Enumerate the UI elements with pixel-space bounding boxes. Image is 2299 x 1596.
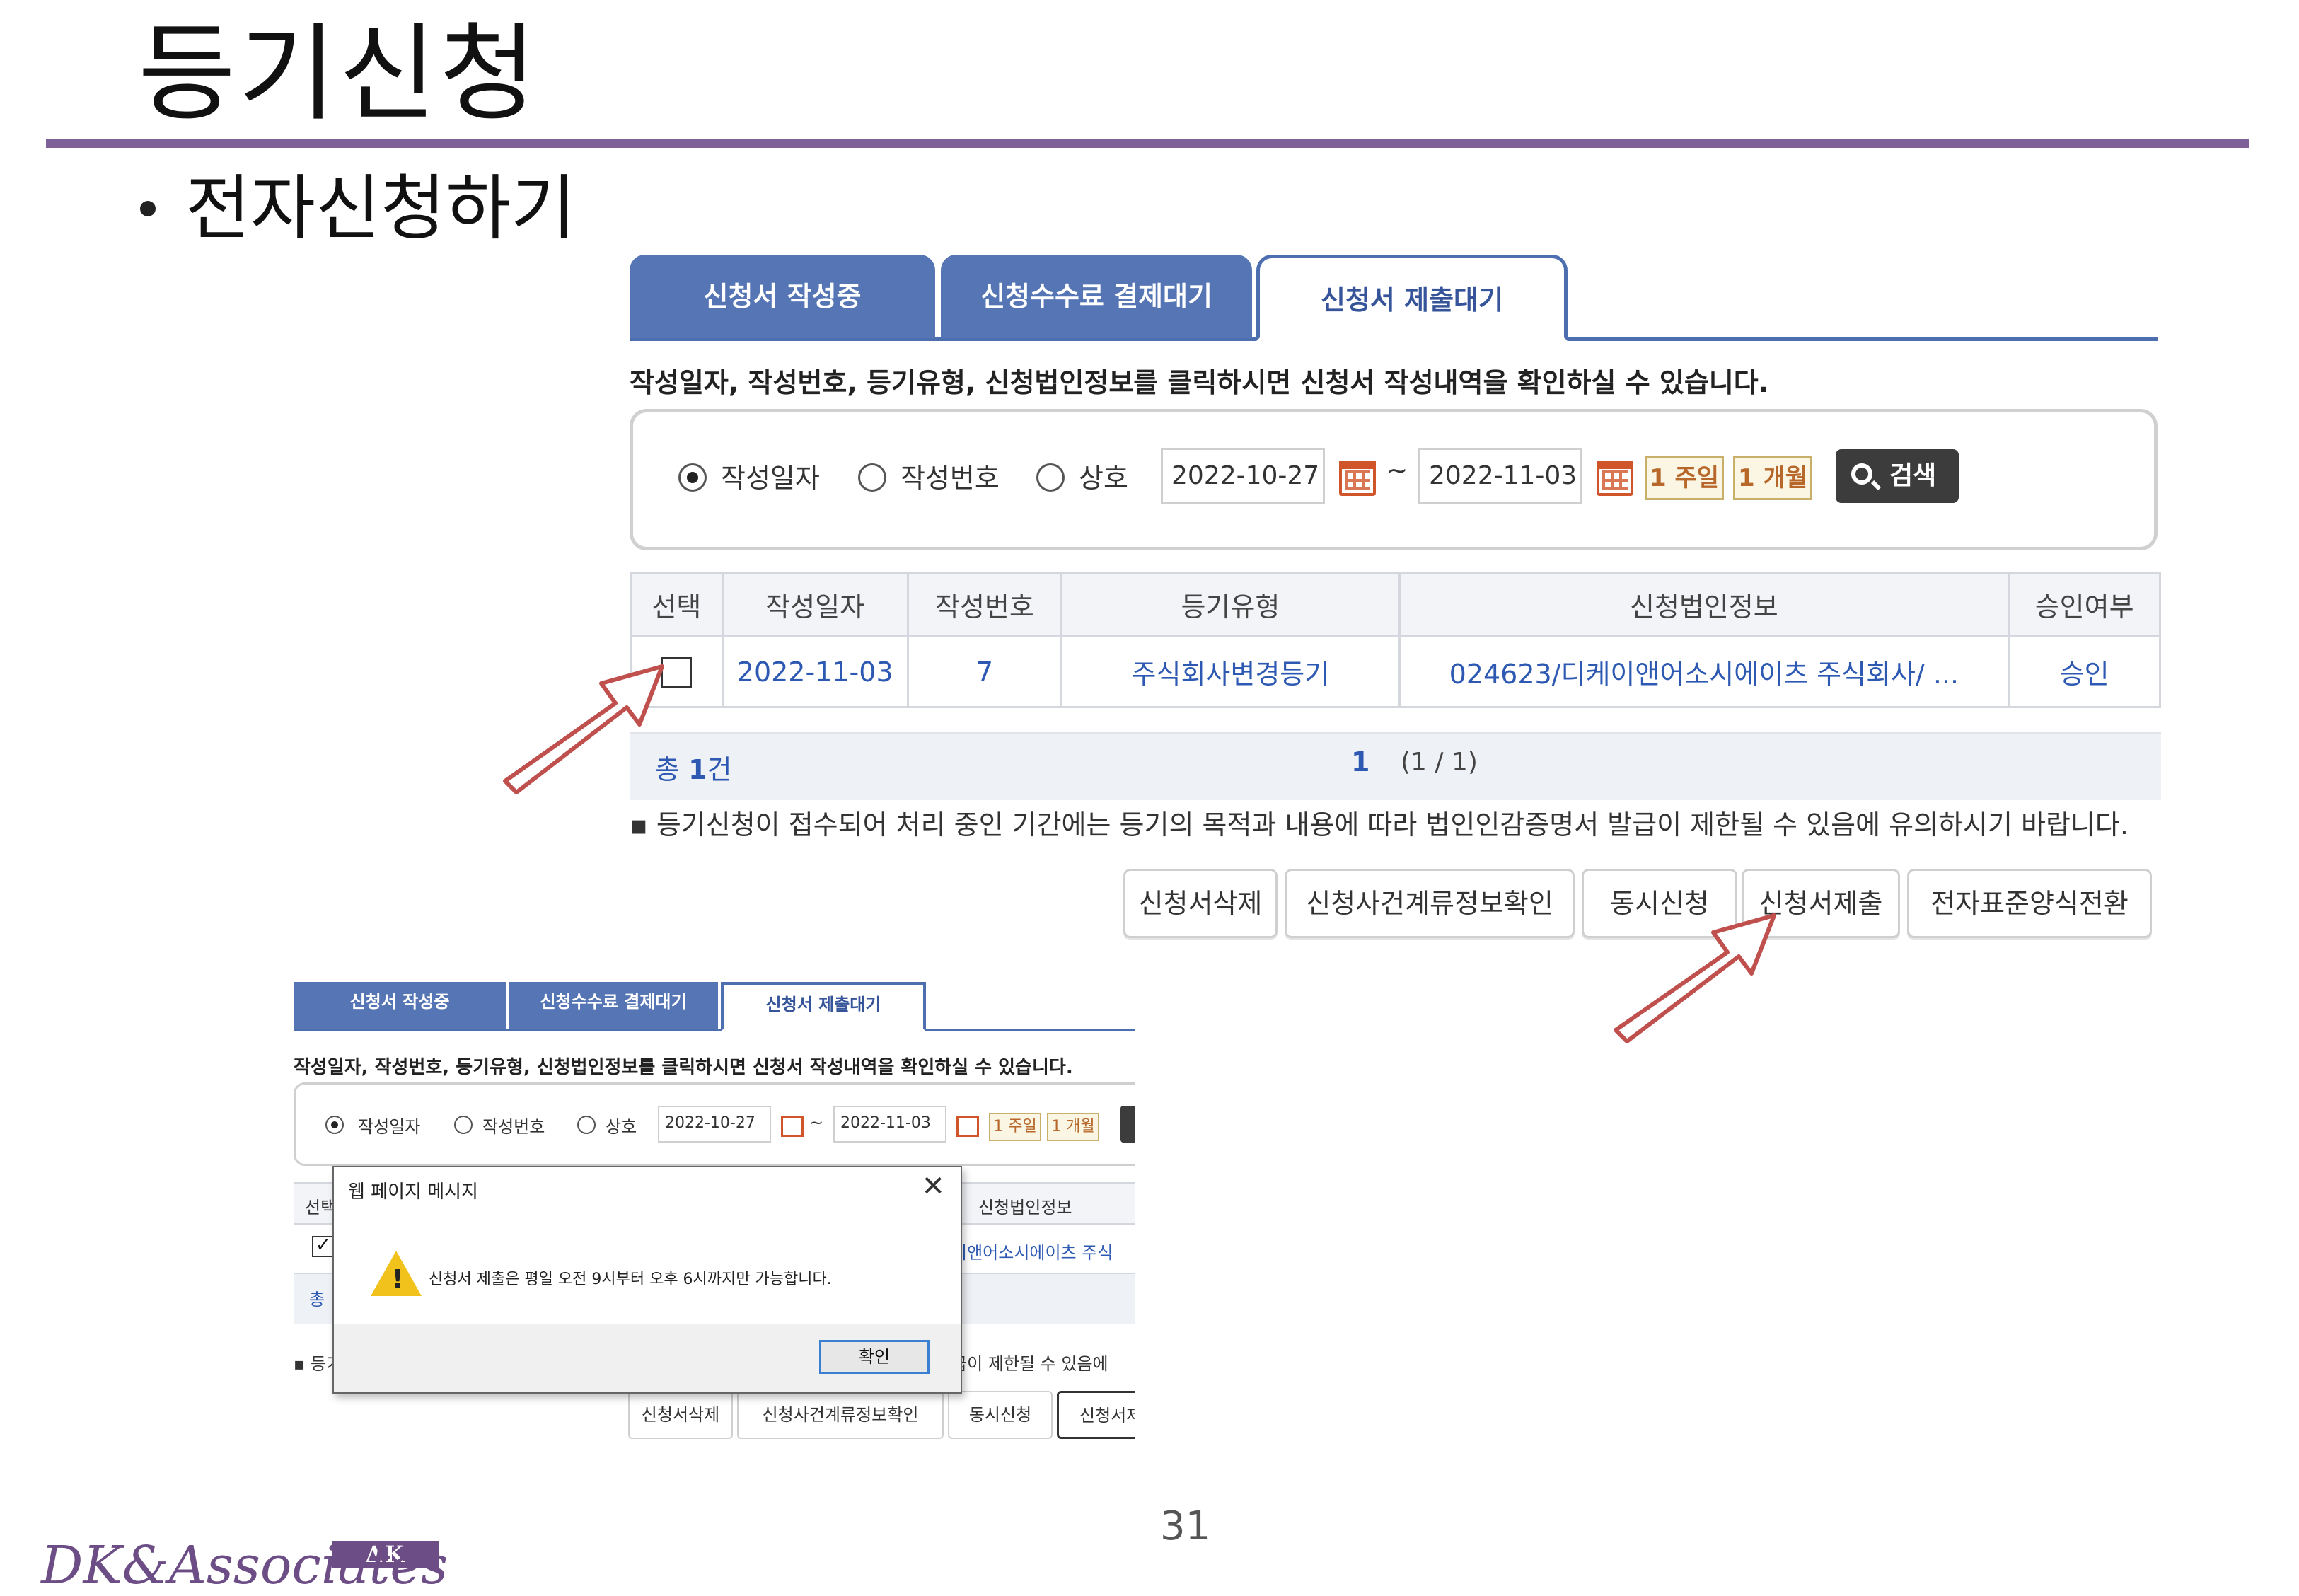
main-tab-bar: 신청서 작성중 신청수수료 결제대기 신청서 제출대기 <box>630 255 2158 341</box>
period-1month-button[interactable]: 1 개월 <box>1733 456 1812 500</box>
dialog-message: 신청서 제출은 평일 오전 9시부터 오후 6시까지만 가능합니다. <box>429 1271 832 1288</box>
search-button-label: 검색 <box>1889 461 1937 490</box>
application-table: 선택 작성일자 작성번호 등기유형 신청법인정보 승인여부 2022-11-03… <box>630 572 2161 708</box>
tab-fee-payment[interactable]: 신청수수료 결제대기 <box>941 255 1252 338</box>
small-tilde: ~ <box>809 1113 824 1133</box>
small-search-panel: 작성일자 작성번호 상호 2022-10-27 ~ 2022-11-03 1 주… <box>294 1082 1135 1166</box>
small-tab-writing[interactable]: 신청서 작성중 <box>294 982 506 1029</box>
col-approval: 승인여부 <box>2008 572 2161 637</box>
search-icon <box>1851 463 1872 485</box>
small-tab-fee-payment[interactable]: 신청수수료 결제대기 <box>509 982 718 1029</box>
radio-number-label[interactable]: 작성번호 <box>901 456 1000 495</box>
date-to-input[interactable]: 2022-11-03 <box>1418 448 1582 504</box>
page-of: (1 / 1) <box>1401 748 1478 777</box>
row-type[interactable]: 주식회사변경등기 <box>1060 635 1401 708</box>
small-notice: 작성일자, 작성번호, 등기유형, 신청법인정보를 클릭하시면 신청서 작성내역… <box>294 1057 1073 1078</box>
small-radio-date[interactable] <box>325 1116 344 1134</box>
small-period-month[interactable]: 1 개월 <box>1047 1113 1099 1141</box>
row-company[interactable]: 024623/디케이앤어소시에이츠 주식회사/ ... <box>1398 635 2010 708</box>
title-divider <box>46 139 2249 148</box>
small-row-company[interactable]: 이앤어소시에이츠 주식 <box>951 1239 1113 1264</box>
dialog-title: 웹 페이지 메시지 <box>348 1181 478 1203</box>
small-date-from[interactable]: 2022-10-27 <box>658 1106 771 1143</box>
search-button[interactable]: 검색 <box>1836 449 1959 503</box>
small-radio-date-label[interactable]: 작성일자 <box>358 1113 420 1138</box>
close-icon[interactable]: ✕ <box>921 1170 945 1203</box>
arrow-annotation-submit <box>1614 913 1776 1043</box>
calendar-icon[interactable] <box>1597 461 1633 496</box>
col-number: 작성번호 <box>906 572 1063 637</box>
small-col-company: 신청법인정보 <box>978 1198 1072 1218</box>
tab-writing[interactable]: 신청서 작성중 <box>630 255 935 338</box>
logo: DK&Associates <box>41 1535 448 1596</box>
small-radio-company[interactable] <box>577 1116 596 1134</box>
web-page-message-dialog: 웹 페이지 메시지 ✕ ! 신청서 제출은 평일 오전 9시부터 오후 6시까지… <box>332 1166 962 1394</box>
table-row[interactable]: 2022-11-03 7 주식회사변경등기 024623/디케이앤어소시에이츠 … <box>630 635 2161 708</box>
notice-text: 작성일자, 작성번호, 등기유형, 신청법인정보를 클릭하시면 신청서 작성내역… <box>630 367 1769 398</box>
small-col-select: 선택 <box>305 1198 337 1218</box>
col-company: 신청법인정보 <box>1398 572 2010 637</box>
pager-bar: 총 1건 1 (1 / 1) <box>630 732 2161 800</box>
small-row-checkbox[interactable] <box>312 1234 333 1257</box>
small-delete-button[interactable]: 신청서삭제 <box>628 1391 733 1439</box>
bullet-text: 전자신청하기 <box>185 167 576 250</box>
period-1week-button[interactable]: 1 주일 <box>1645 456 1724 500</box>
dialog-ok-button[interactable]: 확인 <box>819 1340 930 1374</box>
small-simultaneous-button[interactable]: 동시신청 <box>948 1391 1053 1439</box>
small-tab-bar: 신청서 작성중 신청수수료 결제대기 신청서 제출대기 <box>294 982 1135 1031</box>
row-number[interactable]: 7 <box>906 635 1063 708</box>
radio-number[interactable] <box>858 463 886 492</box>
small-pending-check-button[interactable]: 신청사건계류정보확인 <box>737 1391 944 1439</box>
row-approval: 승인 <box>2008 635 2161 708</box>
radio-company-label[interactable]: 상호 <box>1079 456 1128 495</box>
col-date: 작성일자 <box>721 572 909 637</box>
dialog-footer: 확인 <box>334 1324 961 1392</box>
slide-title: 등기신청 <box>138 13 540 136</box>
delete-application-button[interactable]: 신청서삭제 <box>1123 869 1278 938</box>
bullet-dot <box>140 201 156 216</box>
caution-text: ▪ 등기신청이 접수되어 처리 중인 기간에는 등기의 목적과 내용에 따라 법… <box>630 809 2129 840</box>
small-radio-number[interactable] <box>454 1116 473 1134</box>
radio-date[interactable] <box>678 463 707 492</box>
small-search-button[interactable] <box>1120 1106 1135 1143</box>
small-caution-fragment: 급이 제한될 수 있음에 <box>951 1354 1108 1374</box>
total-suffix: 건 <box>707 754 732 785</box>
pending-case-check-button[interactable]: 신청사건계류정보확인 <box>1285 869 1575 938</box>
small-total: 총 <box>309 1290 325 1309</box>
small-submit-button[interactable]: 신청서제· <box>1057 1391 1135 1439</box>
calendar-icon[interactable] <box>781 1116 804 1137</box>
arrow-annotation-checkbox <box>503 664 664 794</box>
radio-date-label[interactable]: 작성일자 <box>721 456 820 495</box>
radio-company[interactable] <box>1036 463 1065 492</box>
tab-submit-waiting[interactable]: 신청서 제출대기 <box>1256 255 1568 341</box>
small-date-to[interactable]: 2022-11-03 <box>833 1106 946 1143</box>
col-type: 등기유형 <box>1060 572 1401 637</box>
col-select: 선택 <box>630 572 724 637</box>
date-range-tilde: ~ <box>1386 456 1408 485</box>
page-link[interactable]: 1 <box>1351 746 1369 777</box>
row-date[interactable]: 2022-11-03 <box>721 635 909 708</box>
date-from-input[interactable]: 2022-10-27 <box>1161 448 1325 504</box>
page-number: 31 <box>1160 1503 1211 1549</box>
calendar-icon[interactable] <box>1339 461 1376 496</box>
total-number: 1 <box>688 754 707 785</box>
small-radio-company-label[interactable]: 상호 <box>606 1113 637 1138</box>
search-panel: 작성일자 작성번호 상호 2022-10-27 ~ 2022-11-03 1 주… <box>630 409 2158 550</box>
warning-mark: ! <box>392 1265 404 1294</box>
calendar-icon[interactable] <box>956 1116 979 1137</box>
small-period-week[interactable]: 1 주일 <box>989 1113 1041 1141</box>
convert-standard-form-button[interactable]: 전자표준양식전환 <box>1907 869 2152 938</box>
small-radio-number-label[interactable]: 작성번호 <box>482 1113 545 1138</box>
small-tab-submit-waiting[interactable]: 신청서 제출대기 <box>721 982 926 1031</box>
